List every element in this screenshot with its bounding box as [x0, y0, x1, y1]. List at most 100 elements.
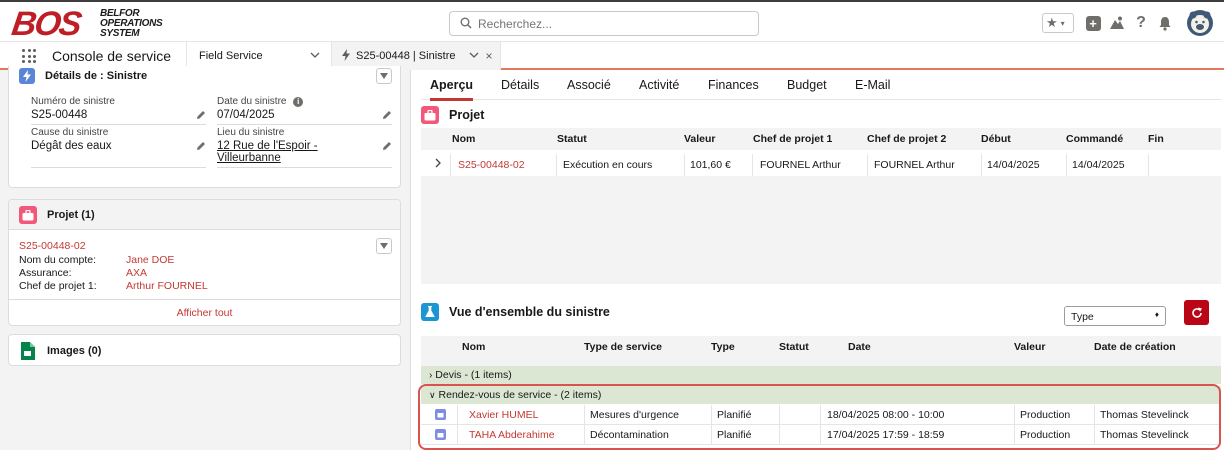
column-header[interactable]: Nom	[462, 341, 485, 353]
projet-section-header: Projet	[421, 106, 484, 124]
briefcase-icon	[19, 206, 37, 224]
bos-logo[interactable]: BOS BELFOR OPERATIONS SYSTEM	[9, 5, 172, 43]
column-header[interactable]: Date	[848, 341, 871, 353]
overview-title: Vue d'ensemble du sinistre	[449, 305, 610, 319]
column-header[interactable]: Statut	[779, 341, 809, 353]
column-header[interactable]: Type de service	[584, 341, 662, 353]
column-header[interactable]: Date de création	[1094, 341, 1176, 353]
trailhead-icon	[1110, 16, 1124, 29]
header-actions: ★ ▾ + ?	[1034, 8, 1224, 38]
cell-chef2: FOURNEL Arthur	[874, 159, 955, 171]
edit-pencil-icon[interactable]	[196, 141, 206, 154]
refresh-icon	[1191, 307, 1202, 318]
tab-email[interactable]: E-Mail	[855, 78, 890, 92]
projet-record-dropdown[interactable]	[376, 238, 392, 254]
search-input[interactable]	[478, 15, 748, 32]
refresh-button[interactable]	[1184, 300, 1209, 325]
bell-icon	[1159, 16, 1171, 31]
app-launcher-icon[interactable]	[22, 49, 36, 63]
chevron-down-icon[interactable]	[310, 50, 320, 63]
plus-icon: +	[1085, 15, 1101, 31]
chevron-down-icon: ▾	[1060, 18, 1065, 28]
details-menu-dropdown[interactable]	[376, 68, 392, 84]
tab-label: Field Service	[199, 50, 263, 62]
projet-card: Projet (1) S25-00448-02 Nom du compte: J…	[8, 199, 401, 326]
field-lieu-sinistre: Lieu du sinistre 12 Rue de l'Espoir - Vi…	[217, 127, 392, 168]
field-date-sinistre: Date du sinistre i 07/04/2025	[217, 96, 392, 125]
images-title: Images (0)	[47, 345, 102, 357]
column-header[interactable]: Valeur	[1014, 341, 1046, 353]
edit-pencil-icon[interactable]	[196, 110, 206, 123]
app-name: Console de service	[52, 48, 172, 64]
field-numero-sinistre: Numéro de sinistre S25-00448	[31, 96, 206, 125]
tab-budget[interactable]: Budget	[787, 78, 827, 92]
projet-title: Projet (1)	[47, 209, 95, 221]
projet-record-link[interactable]: S25-00448-02	[19, 240, 86, 253]
projet-table-empty-area	[421, 176, 1221, 284]
close-icon[interactable]: ×	[485, 49, 492, 63]
column-header[interactable]: Chef de projet 1	[753, 133, 832, 145]
column-header[interactable]: Type	[711, 341, 735, 353]
chevron-right-icon: ›	[429, 370, 433, 381]
column-header[interactable]: Chef de projet 2	[867, 133, 946, 145]
overview-table-header: Nom Type de service Type Statut Date Val…	[421, 336, 1221, 358]
type-select[interactable]: Type ♦	[1064, 306, 1166, 326]
tab-finances[interactable]: Finances	[708, 78, 759, 92]
cell-chef1: FOURNEL Arthur	[760, 159, 841, 171]
cell-valeur: 101,60 €	[690, 159, 731, 171]
edit-pencil-icon[interactable]	[382, 110, 392, 123]
projet-name-link[interactable]: S25-00448-02	[458, 159, 525, 171]
column-header[interactable]: Valeur	[684, 133, 716, 145]
record-tabs: Aperçu Détails Associé Activité Finances…	[421, 70, 1221, 101]
column-header[interactable]: Commandé	[1066, 133, 1123, 145]
global-search[interactable]	[449, 11, 759, 36]
show-all-link[interactable]: Afficher tout	[9, 307, 400, 319]
global-actions-button[interactable]: +	[1084, 8, 1102, 38]
user-avatar[interactable]	[1184, 8, 1216, 38]
projet-field-chef: Chef de projet 1: Arthur FOURNEL	[19, 280, 208, 292]
lightning-icon	[342, 48, 350, 64]
file-image-icon	[19, 342, 37, 360]
images-header: Images (0)	[19, 342, 101, 360]
details-card: Détails de : Sinistre Numéro de sinistre…	[8, 66, 401, 188]
overview-section-header: Vue d'ensemble du sinistre	[421, 303, 610, 321]
edit-pencil-icon[interactable]	[382, 141, 392, 154]
main-panel: Aperçu Détails Associé Activité Finances…	[410, 70, 1224, 450]
tab-label: S25-00448 | Sinistre	[356, 50, 456, 62]
flask-icon	[421, 303, 439, 321]
projet-field-assurance: Assurance: AXA	[19, 267, 148, 279]
tab-activite[interactable]: Activité	[639, 78, 679, 92]
address-link[interactable]: 12 Rue de l'Espoir - Villeurbanne	[217, 140, 392, 164]
column-header[interactable]: Fin	[1148, 133, 1164, 145]
select-arrows-icon: ♦	[1154, 310, 1159, 319]
details-header: Détails de : Sinistre	[19, 68, 147, 84]
chevron-right-icon[interactable]	[434, 158, 442, 171]
logo-main: BOS	[9, 5, 83, 43]
help-button[interactable]: ?	[1132, 8, 1150, 38]
cell-statut: Exécution en cours	[563, 159, 653, 171]
chevron-down-icon	[380, 243, 388, 249]
projet-table-header: Nom Statut Valeur Chef de projet 1 Chef …	[421, 128, 1221, 150]
details-title: Détails de : Sinistre	[45, 70, 148, 82]
notifications-button[interactable]	[1156, 8, 1174, 38]
tab-apercu[interactable]: Aperçu	[430, 78, 474, 101]
cell-debut: 14/04/2025	[987, 159, 1040, 171]
chevron-down-icon	[380, 73, 388, 79]
column-header[interactable]: Nom	[452, 133, 475, 145]
logo-subtitle: BELFOR OPERATIONS SYSTEM	[100, 8, 163, 39]
tab-details[interactable]: Détails	[501, 78, 539, 92]
table-row[interactable]: S25-00448-02 Exécution en cours 101,60 €…	[421, 154, 1221, 176]
tab-associe[interactable]: Associé	[567, 78, 611, 92]
favorites-button[interactable]: ★ ▾	[1042, 8, 1074, 38]
group-devis[interactable]: › Devis - (1 items)	[421, 366, 1221, 384]
trailhead-button[interactable]	[1108, 8, 1126, 38]
projet-section-title: Projet	[449, 108, 485, 122]
info-icon[interactable]: i	[293, 97, 304, 107]
field-cause-sinistre: Cause du sinistre Dégât des eaux	[31, 127, 206, 168]
highlight-annotation	[418, 384, 1221, 450]
column-header[interactable]: Statut	[557, 133, 587, 145]
projet-header: Projet (1)	[19, 206, 95, 224]
chevron-down-icon[interactable]	[469, 50, 479, 63]
global-header: BOS BELFOR OPERATIONS SYSTEM ★ ▾ + ?	[0, 0, 1224, 43]
column-header[interactable]: Début	[981, 133, 1011, 145]
